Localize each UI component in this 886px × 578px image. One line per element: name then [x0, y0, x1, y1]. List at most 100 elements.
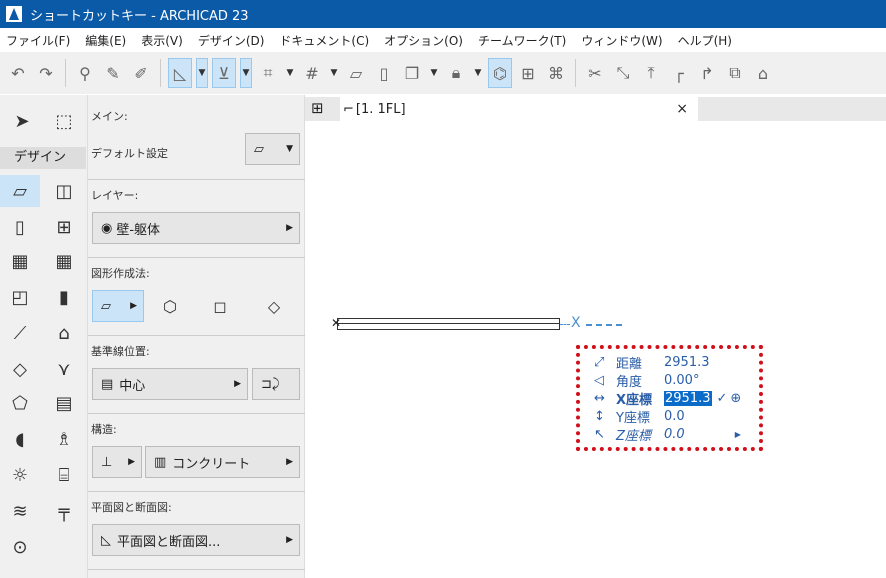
close-tab-icon[interactable]: ×: [676, 101, 688, 117]
offset-icon[interactable]: ⧉: [723, 58, 747, 88]
plane-icon[interactable]: ▱: [344, 58, 368, 88]
start-point-icon: ✕: [331, 316, 342, 330]
straight-wall-method[interactable]: ▱ ▶: [92, 290, 144, 322]
menu-view[interactable]: 表示(V): [141, 32, 183, 49]
chevron-down-icon[interactable]: ▼: [428, 58, 440, 88]
layer-label: レイヤー:: [91, 189, 139, 202]
angle-value[interactable]: 0.00°: [664, 373, 699, 388]
syringe-icon[interactable]: ✐: [129, 58, 153, 88]
roof-tool-icon[interactable]: ⌂: [44, 317, 84, 349]
z-coordinate-value[interactable]: 0.0: [664, 427, 685, 442]
reference-line-select[interactable]: ▤ 中心 ▶: [92, 368, 248, 400]
lock-icon[interactable]: 🔒︎: [444, 58, 468, 88]
chevron-right-icon: ▶: [128, 457, 135, 467]
floor-plan-section-button[interactable]: ◺ 平面図と断面図... ▶: [92, 524, 300, 556]
railing-tool-icon[interactable]: ╤: [44, 495, 84, 527]
default-settings-button[interactable]: ▱ ▼: [245, 133, 300, 165]
menu-help[interactable]: ヘルプ(H): [678, 32, 732, 49]
column-tool-icon[interactable]: ▮: [44, 281, 84, 313]
y-coordinate-value[interactable]: 0.0: [664, 409, 685, 424]
split-icon[interactable]: ✂: [583, 58, 607, 88]
undo-icon[interactable]: ↶: [6, 58, 30, 88]
zone-tool-icon[interactable]: ⬠: [0, 387, 40, 419]
grid-view-icon[interactable]: ⊞: [311, 99, 324, 117]
stair-plan-icon[interactable]: ⌸: [44, 459, 84, 491]
rotated-rectangle-method-icon[interactable]: ◇: [254, 290, 294, 322]
mesh-tool-icon[interactable]: ▤: [44, 387, 84, 419]
measure-icon[interactable]: ⊞: [516, 58, 540, 88]
tracker-label: 距離: [616, 356, 643, 372]
curtain-grid-icon[interactable]: ▦: [0, 245, 40, 277]
slab-tool-icon[interactable]: ◇: [0, 353, 40, 385]
tab-label: [1. 1FL]: [355, 101, 406, 117]
hatch-icon: ▤: [101, 376, 114, 392]
chevron-down-icon[interactable]: ▼: [472, 58, 484, 88]
x-coordinate-input[interactable]: 2951.3: [664, 390, 712, 406]
material-icon: ▥: [154, 454, 167, 470]
distance-value[interactable]: 2951.3: [664, 355, 710, 370]
chevron-right-icon: ▶: [286, 223, 293, 233]
fillet-icon[interactable]: ↱: [695, 58, 719, 88]
chevron-right-icon[interactable]: ▶: [735, 430, 741, 439]
coordinates-icon[interactable]: ⌗: [256, 58, 280, 88]
lamp-tool-icon[interactable]: ☼: [0, 459, 40, 491]
roof-icon[interactable]: ⌂: [751, 58, 775, 88]
crosshair-icon[interactable]: ⊕: [730, 391, 741, 406]
chevron-down-icon[interactable]: ▼: [196, 58, 208, 88]
basic-structure-icon: ⊥: [101, 454, 113, 470]
tab-1fl[interactable]: ⌐ [1. 1FL] ×: [340, 97, 698, 121]
chevron-down-icon[interactable]: ▼: [284, 58, 296, 88]
menu-document[interactable]: ドキュメント(C): [279, 32, 369, 49]
stair-tool-icon[interactable]: ≋: [0, 495, 40, 527]
intersect-icon[interactable]: ┌: [667, 58, 691, 88]
redo-icon[interactable]: ↷: [34, 58, 58, 88]
building-material-select[interactable]: ▥ コンクリート ▶: [145, 446, 300, 478]
pick-up-icon[interactable]: ⚲: [73, 58, 97, 88]
rectangle-wall-method-icon[interactable]: ◻: [200, 290, 240, 322]
eye-icon: ◉: [101, 220, 113, 236]
elevate-icon[interactable]: ⤒: [639, 58, 663, 88]
info-box: メイン: デフォルト設定 ▱ ▼ レイヤー: ◉ 壁-躯体 ▶ 図形作成法: ▱ ▶ ⬡…: [88, 95, 305, 578]
label-marker-icon[interactable]: ⊙: [0, 531, 40, 563]
door-tool-icon[interactable]: ▯: [0, 211, 40, 243]
guide-lines-icon[interactable]: ◺: [168, 58, 192, 88]
menu-teamwork[interactable]: チームワーク(T): [478, 32, 566, 49]
marquee-tool-icon[interactable]: ⬚: [44, 105, 84, 137]
menu-window[interactable]: ウィンドウ(W): [581, 32, 662, 49]
vertical-plane-icon[interactable]: ▯: [372, 58, 396, 88]
layer-view-icon[interactable]: ❐: [400, 58, 424, 88]
structure-type-select[interactable]: ⊥ ▶: [92, 446, 142, 478]
cross-icon[interactable]: ⌘: [544, 58, 568, 88]
tracker-icon[interactable]: ⌬: [488, 58, 512, 88]
corner-window-icon[interactable]: ◰: [0, 281, 40, 313]
floor-plan-icon: ⌐: [343, 101, 354, 117]
curtain-wall-tool-icon[interactable]: ◫: [44, 175, 84, 207]
menu-design[interactable]: デザイン(D): [198, 32, 265, 49]
chevron-down-icon[interactable]: ▼: [240, 58, 252, 88]
beam-tool-icon[interactable]: ⟋: [0, 317, 40, 349]
menu-edit[interactable]: 編集(E): [85, 32, 126, 49]
wall-element[interactable]: [337, 318, 560, 330]
chevron-down-icon[interactable]: ▼: [328, 58, 340, 88]
snap-guides-icon[interactable]: ⊻: [212, 58, 236, 88]
grid-snap-icon[interactable]: #: [300, 58, 324, 88]
checkmark-icon[interactable]: ✓: [717, 391, 728, 406]
window-tool-icon[interactable]: ⊞: [44, 211, 84, 243]
skylight-icon[interactable]: ▦: [44, 245, 84, 277]
adjust-icon[interactable]: ⤡: [611, 58, 635, 88]
tracker-row-z: ↖ Z座標 0.0 ▶: [594, 425, 741, 444]
menu-options[interactable]: オプション(O): [384, 32, 463, 49]
flip-reference-button[interactable]: ⊐⤸: [252, 368, 300, 400]
layer-select[interactable]: ◉ 壁-躯体 ▶: [92, 212, 300, 244]
toolbox-group-design[interactable]: デザイン: [0, 147, 86, 169]
object-tool-icon[interactable]: ♗: [44, 423, 84, 455]
arrow-tool-icon[interactable]: ➤: [2, 105, 42, 137]
polygon-wall-method-icon[interactable]: ⬡: [150, 290, 190, 322]
shell-tool-icon[interactable]: ⋎: [44, 353, 84, 385]
wall-reference-line: [337, 323, 560, 324]
wall-tool-icon[interactable]: ▱: [0, 175, 40, 207]
eyedropper-icon[interactable]: ✎: [101, 58, 125, 88]
morph-tool-icon[interactable]: ◖: [0, 423, 40, 455]
menu-file[interactable]: ファイル(F): [6, 32, 70, 49]
x-axis-icon: ↔: [594, 390, 605, 406]
